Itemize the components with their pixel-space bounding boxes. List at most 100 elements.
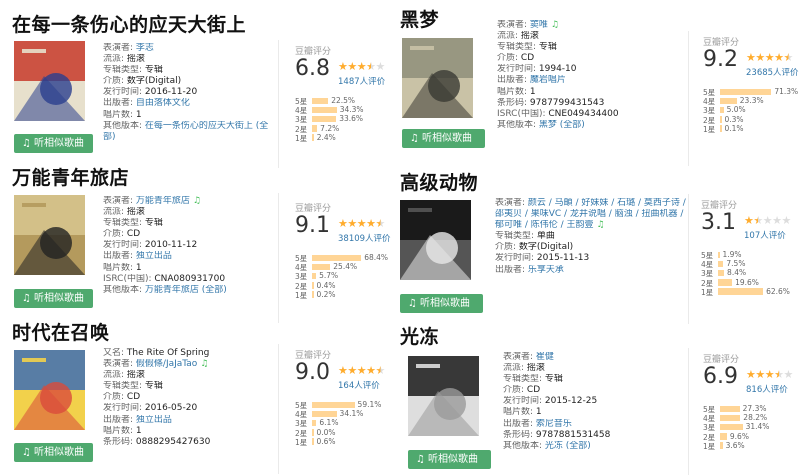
album-cover[interactable] [14,41,85,121]
distribution-row: 1星 2.4% [295,132,415,143]
album-cover[interactable] [14,350,85,430]
info-row: 介质: CD [103,229,227,240]
rating-section: 豆瓣评分 6.9 ★★★★★ 816人评价 5星 27.3% 4星 28.2% 3星 31.4% 2… [703,352,800,451]
rating-votes-link[interactable]: 1487人评价 [338,75,385,87]
distribution-percent: 5.0% [726,105,746,115]
listen-similar-button[interactable]: ♫ 听相似歌曲 [14,134,93,153]
distribution-bar [312,272,317,280]
distribution-bar [312,97,329,104]
info-label: 流派: [103,54,127,65]
distribution-percent: 25.4% [333,262,358,272]
info-link[interactable]: 黑梦 (全部) [539,120,585,130]
distribution-row: 2星 19.6% [701,278,800,288]
rating-votes-link[interactable]: 23685人评价 [746,66,799,78]
info-label: 表演者: [103,359,136,370]
cover-art [408,356,479,436]
info-label: 又名: [103,348,127,358]
info-link[interactable]: 崔健 [536,352,554,362]
cover-art [14,195,85,275]
star-empty-icon: ★ [762,214,773,227]
info-link[interactable]: 在每一条伤心的应天大街上 (全 [145,121,268,131]
album-cover[interactable] [408,356,479,436]
info-link[interactable]: 万能青年旅店 (全部) [145,285,227,295]
rating-votes-link[interactable]: 107人评价 [744,229,786,241]
info-link[interactable]: 乐享天承 [528,265,564,275]
distribution-bar [312,115,337,123]
distribution-bar [718,288,764,295]
info-link[interactable]: 邵夷贝 / 果味VC / 龙井说唱 / 脑浊 / 扭曲机器 / [495,209,683,219]
distribution-bar [720,414,741,422]
distribution-row: 1星 0.2% [295,289,415,300]
divider [278,40,279,168]
info-link[interactable]: 索尼音乐 [536,419,572,429]
distribution-percent: 2.4% [316,132,336,142]
distribution-bar [720,88,772,95]
star-half-icon: ★ [783,51,794,64]
album-cover[interactable] [402,38,473,118]
rating-score: 9.0 [295,360,330,385]
info-label: 其他版本: [103,120,145,131]
info-label: 出版者: [103,98,136,109]
info-link[interactable]: 独立出品 [136,415,172,425]
listen-similar-button[interactable]: ♫ 听相似歌曲 [14,443,93,462]
album-title[interactable]: 时代在召唤 [12,318,110,345]
rating-distribution: 5星 71.3% 4星 23.3% 3星 5.0% 2星 0.3% 1星 0.1% [703,87,800,134]
rating-section: 豆瓣评分 9.2 ★★★★★ 23685人评价 5星 71.3% 4星 23.3% 3星 5.0%… [703,35,800,134]
listen-similar-button[interactable]: ♫ 听相似歌曲 [408,450,491,469]
music-note-icon[interactable]: ♫ [597,220,605,230]
distribution-bar [720,106,724,114]
info-label: 条形码: [503,429,536,440]
info-label: 介质: [103,229,127,240]
album-cover[interactable] [14,195,85,275]
star-empty-icon: ★ [375,60,386,73]
info-link[interactable]: 独立出品 [136,251,172,261]
distribution-percent: 0.2% [316,289,336,299]
info-link[interactable]: 窦唯 [530,20,548,30]
info-link[interactable]: 万能青年旅店 [136,196,190,206]
distribution-bar [720,423,743,431]
rating-votes-link[interactable]: 164人评价 [338,379,380,391]
album-title[interactable]: 光冻 [400,322,439,349]
info-row: 流派: 摇滚 [503,363,610,374]
listen-similar-button[interactable]: ♫ 听相似歌曲 [14,289,93,308]
info-row: 出版者: 独立出品 [103,415,210,426]
distribution-percent: 7.5% [726,259,746,269]
listen-similar-button[interactable]: ♫ 听相似歌曲 [402,129,485,148]
info-link[interactable]: 部) [103,132,116,142]
info-link[interactable]: 自由落体文化 [136,98,190,108]
album-title[interactable]: 高级动物 [400,168,478,195]
distribution-percent: 68.4% [364,253,389,262]
info-row: 唱片数: 1 [103,263,227,274]
listen-label: 听相似歌曲 [33,138,84,149]
album-title[interactable]: 万能青年旅店 [12,163,129,190]
music-note-icon[interactable]: ♫ [193,196,201,206]
rating-votes-link[interactable]: 38109人评价 [338,232,391,244]
distribution-bar [718,269,725,277]
distribution-row: 4星 23.3% [703,96,800,106]
distribution-percent: 0.4% [316,280,336,290]
rating-stars: ★★★★★ [338,217,385,230]
info-link[interactable]: 魔岩唱片 [530,75,566,85]
album-title[interactable]: 在每一条伤心的应天大街上 [12,10,246,37]
rating-distribution: 5星 68.4% 4星 25.4% 3星 5.7% 2星 0.4% 1星 0.2% [295,253,415,300]
info-link[interactable]: 李志 [136,43,154,53]
info-label: 条形码: [497,97,530,108]
info-link[interactable]: 光冻 (全部) [545,441,591,451]
info-link[interactable]: 假假條/JaJaTao [136,359,197,369]
rating-votes-link[interactable]: 816人评价 [746,383,788,395]
album-title[interactable]: 黑梦 [400,5,439,32]
info-link[interactable]: 颜云 / 马頔 / 好妹妹 / 石璐 / 莫西子诗 / [528,198,686,208]
rating-stars: ★★★★★ [746,368,793,381]
listen-similar-button[interactable]: ♫ 听相似歌曲 [400,294,483,313]
star-half-icon: ★ [375,217,386,230]
music-note-icon[interactable]: ♫ [200,359,208,369]
album-cover[interactable] [400,200,471,280]
distribution-percent: 8.4% [727,268,747,278]
distribution-bar [312,401,355,408]
music-note-icon[interactable]: ♫ [551,20,559,30]
distribution-percent: 59.1% [357,400,382,409]
info-link[interactable]: 郁可唯 / 陈伟伦 / 王韵壹 [495,220,594,230]
distribution-bar [312,263,331,271]
distribution-percent: 1.9% [722,250,742,259]
info-label: 专辑类型: [103,65,145,76]
